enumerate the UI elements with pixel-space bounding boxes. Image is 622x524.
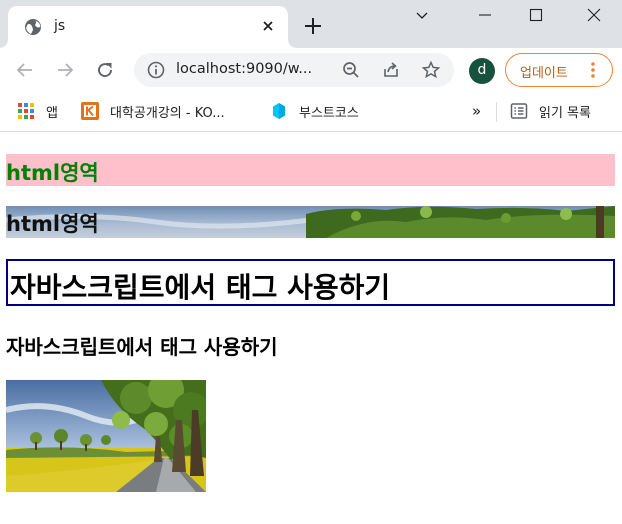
window-close-button[interactable] [569, 0, 619, 30]
more-vert-icon [591, 62, 595, 78]
arrow-left-icon [16, 63, 32, 77]
reading-list-label: 읽기 목록 [539, 105, 591, 121]
new-tab-icon[interactable] [302, 15, 324, 37]
back-button[interactable] [13, 58, 37, 82]
close-tab-icon[interactable] [260, 18, 276, 34]
forward-button[interactable] [53, 58, 77, 82]
h1-text: 자바스크립트에서 태그 사용하기 [10, 271, 391, 304]
bookmark-label: 앱 [46, 105, 58, 121]
reading-list-button[interactable]: 읽기 목록 [510, 100, 591, 122]
tab-title: js [54, 18, 66, 34]
tree-road-photo [6, 380, 206, 492]
address-bar[interactable]: localhost:9090/w... [134, 53, 454, 87]
tab-strip: js [0, 0, 622, 48]
bookmark-label: 대학공개강의 - KO... [110, 105, 225, 121]
maximize-icon [529, 8, 543, 22]
heading-h1-bordered: 자바스크립트에서 태그 사용하기 [6, 259, 615, 306]
info-icon[interactable] [146, 60, 166, 80]
maximize-button[interactable] [511, 0, 561, 30]
chevron-down-icon [416, 12, 428, 19]
globe-icon [25, 19, 41, 35]
html-area-background-image: html영역 [6, 206, 615, 238]
update-label: 업데이트 [520, 66, 568, 81]
close-icon [587, 8, 601, 22]
html-area-pink: html영역 [6, 154, 615, 186]
browser-toolbar: localhost:9090/w... d 업데이트 [0, 48, 622, 92]
bookmark-apps[interactable]: 앱 [17, 100, 58, 122]
reading-list-icon [510, 103, 528, 119]
page-content: html영역 html영역 자바스크립트에서 태그 사용하기 자바스크립트에서 … [0, 133, 622, 524]
kocw-icon [81, 102, 99, 120]
zoom-icon[interactable] [341, 60, 361, 80]
profile-avatar[interactable]: d [469, 58, 495, 84]
apps-grid-icon [18, 103, 34, 119]
arrow-right-icon [58, 63, 74, 77]
minimize-button[interactable] [460, 0, 510, 30]
bookmark-kocw[interactable]: 대학공개강의 - KO... [81, 100, 225, 122]
boostcourse-icon [273, 103, 285, 119]
url-text: localhost:9090/w... [176, 61, 313, 77]
heading-h3: 자바스크립트에서 태그 사용하기 [6, 335, 278, 359]
share-icon[interactable] [381, 60, 401, 80]
bookmark-divider [496, 102, 497, 122]
star-icon[interactable] [421, 60, 441, 80]
bookmarks-bar: 앱 대학공개강의 - KO... 부스트코스 » 읽기 목록 [0, 92, 622, 132]
html-area-text: html영역 [6, 161, 99, 185]
bookmark-label: 부스트코스 [299, 105, 359, 121]
reload-button[interactable] [93, 58, 117, 82]
tab-search-button[interactable] [397, 0, 447, 30]
landscape-image [6, 380, 206, 492]
update-button[interactable]: 업데이트 [505, 53, 613, 87]
reload-icon [98, 63, 112, 77]
bookmark-boostcourse[interactable]: 부스트코스 [270, 100, 359, 122]
html-area-text: html영역 [6, 212, 99, 236]
browser-tab[interactable]: js [0, 6, 296, 48]
minimize-icon [479, 14, 491, 16]
more-bookmarks-button[interactable]: » [472, 100, 481, 122]
